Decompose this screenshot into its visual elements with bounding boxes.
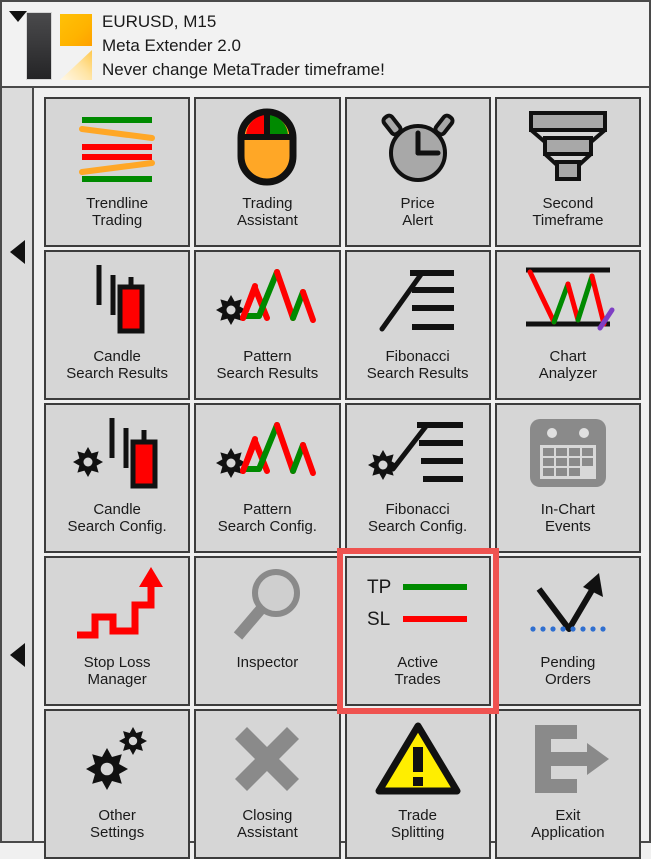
tile-stop-loss-manager[interactable]: Stop Loss Manager [44,556,191,706]
tile-candle-search-results[interactable]: Candle Search Results [44,250,191,400]
tile-label: Trade Splitting [390,807,445,841]
header-text-block: EURUSD, M15 Meta Extender 2.0 Never chan… [102,10,385,82]
mouse-icon [196,99,338,195]
pending-arrow-icon [497,558,639,654]
logo-orange-square [60,14,92,46]
logo-orange-triangle [60,50,92,80]
zigzag-gear-icon [196,405,338,501]
tile-trading-assistant[interactable]: Trading Assistant [194,97,341,247]
app-header: EURUSD, M15 Meta Extender 2.0 Never chan… [2,2,649,88]
exit-arrow-icon [497,711,639,807]
tile-exit-application[interactable]: Exit Application [494,709,641,859]
tile-trade-splitting[interactable]: Trade Splitting [344,709,491,859]
candlestick-gear-icon [46,405,188,501]
caret-down-icon[interactable] [9,11,27,22]
tile-label: Other Settings [90,807,145,841]
trendlines-icon [46,99,188,195]
header-warning: Never change MetaTrader timeframe! [102,60,385,79]
calendar-icon [497,405,639,501]
stairs-arrow-icon [46,558,188,654]
tile-label: Trendline Trading [86,195,149,229]
gears-icon [46,711,188,807]
tile-label: Fibonacci Search Config. [368,501,468,535]
tile-pattern-search-config[interactable]: Pattern Search Config. [194,403,341,553]
magnifier-icon [196,558,338,654]
tile-label: Chart Analyzer [538,348,598,382]
tile-label: Closing Assistant [236,807,298,841]
funnel-icon [497,99,639,195]
tile-label: Price Alert [400,195,435,229]
caret-left-icon-bottom[interactable] [10,643,25,667]
tile-label: Inspector [236,654,299,671]
tile-chart-analyzer[interactable]: Chart Analyzer [494,250,641,400]
tile-label: Active Trades [394,654,441,688]
tile-label: Exit Application [531,807,605,841]
svg-text:TP: TP [367,577,391,598]
tile-pattern-search-results[interactable]: Pattern Search Results [194,250,341,400]
tile-label: Pattern Search Results [216,348,319,382]
tile-closing-assistant[interactable]: Closing Assistant [194,709,341,859]
tile-other-settings[interactable]: Other Settings [44,709,191,859]
tile-inspector[interactable]: Inspector [194,556,341,706]
fibonacci-gear-icon [347,405,489,501]
tile-label: Candle Search Config. [67,501,167,535]
zigzag-gear-icon [196,252,338,348]
tile-fibonacci-search-config[interactable]: Fibonacci Search Config. [344,403,491,553]
candlestick-icon [46,252,188,348]
tile-label: Candle Search Results [66,348,168,382]
tile-label: Trading Assistant [236,195,298,229]
meta-extender-window: EURUSD, M15 Meta Extender 2.0 Never chan… [0,0,651,859]
tile-label: Second Timeframe [532,195,604,229]
logo-dark-bar [26,12,52,80]
warning-triangle-icon [347,711,489,807]
tp-sl-icon: TP SL [347,558,489,654]
tile-pending-orders[interactable]: Pending Orders [494,556,641,706]
alarm-clock-icon [347,99,489,195]
header-symbol: EURUSD, M15 [102,12,217,31]
tile-candle-search-config[interactable]: Candle Search Config. [44,403,191,553]
tile-label: In-Chart Events [540,501,595,535]
header-product: Meta Extender 2.0 [102,36,241,55]
fibonacci-icon [347,252,489,348]
chart-analyzer-icon [497,252,639,348]
app-body: Trendline Trading Trading Assistant Pric… [2,88,649,859]
tile-active-trades[interactable]: TP SL Active Trades [336,548,499,714]
left-rail [2,88,34,841]
tile-label: Pattern Search Config. [217,501,317,535]
tile-price-alert[interactable]: Price Alert [344,97,491,247]
meta-extender-logo [26,8,92,82]
tile-fibonacci-search-results[interactable]: Fibonacci Search Results [344,250,491,400]
tile-label: Stop Loss Manager [83,654,151,688]
caret-left-icon-top[interactable] [10,240,25,264]
tile-in-chart-events[interactable]: In-Chart Events [494,403,641,553]
module-grid: Trendline Trading Trading Assistant Pric… [34,88,649,859]
tile-trendline-trading[interactable]: Trendline Trading [44,97,191,247]
tile-label: Fibonacci Search Results [366,348,469,382]
tile-second-timeframe[interactable]: Second Timeframe [494,97,641,247]
tile-label: Pending Orders [540,654,596,688]
svg-text:SL: SL [367,609,390,630]
close-x-icon [196,711,338,807]
